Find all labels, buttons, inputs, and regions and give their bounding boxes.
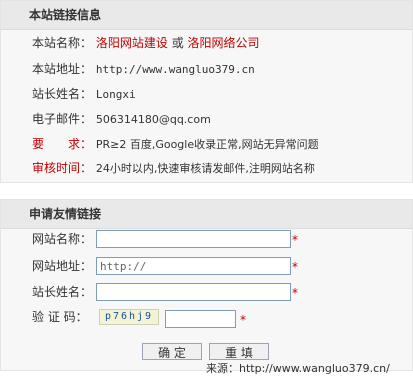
site-url-label: 本站地址： bbox=[32, 62, 93, 76]
site-url-value: http://www.wangluo379.cn bbox=[95, 63, 255, 76]
email-row: 电子邮件： 506314180@qq.com bbox=[32, 109, 211, 129]
requirements-value: PR≥2 百度,Google收录正常,网站无异常问题 bbox=[95, 138, 319, 151]
site-name-or: 或 bbox=[171, 36, 188, 50]
apply-link-header: 申请友情链接 bbox=[1, 200, 412, 229]
site-name-link-1[interactable]: 洛阳网站建设 bbox=[96, 36, 168, 50]
owner-name-label: 站长姓名： bbox=[32, 87, 93, 101]
site-name-required-mark: * bbox=[292, 233, 298, 247]
site-url-row: 本站地址： http://www.wangluo379.cn bbox=[32, 59, 255, 79]
site-link-info-header: 本站链接信息 bbox=[1, 1, 412, 30]
review-time-row: 审核时间： 24小时以内,快速审核请发邮件,注明网站名称 bbox=[32, 158, 315, 178]
site-name-label: 本站名称： bbox=[32, 36, 93, 50]
owner-name-row: 站长姓名： Longxi bbox=[32, 84, 136, 104]
form-site-url-label: 网站地址： bbox=[32, 259, 93, 273]
form-captcha-label: 验 证 码： bbox=[32, 310, 88, 324]
source-caption: 来源：http://www.wangluo379.cn/ bbox=[206, 362, 390, 375]
owner-name-required-mark: * bbox=[292, 286, 298, 300]
site-url-field-row: 网站地址： bbox=[32, 256, 96, 276]
form-owner-name-label: 站长姓名： bbox=[32, 285, 93, 299]
review-time-value: 24小时以内,快速审核请发邮件,注明网站名称 bbox=[95, 162, 315, 175]
requirements-label: 要 求： bbox=[32, 137, 93, 151]
site-name-link-2[interactable]: 洛阳网络公司 bbox=[188, 36, 260, 50]
review-time-label: 审核时间： bbox=[32, 161, 93, 175]
form-site-name-label: 网站名称： bbox=[32, 232, 93, 246]
site-name-field-row: 网站名称： bbox=[32, 229, 96, 249]
captcha-input[interactable] bbox=[165, 310, 236, 328]
requirements-row: 要 求： PR≥2 百度,Google收录正常,网站无异常问题 bbox=[32, 134, 319, 154]
reset-button[interactable]: 重 填 bbox=[209, 343, 269, 360]
site-name-input[interactable] bbox=[96, 230, 291, 248]
email-value: 506314180@qq.com bbox=[95, 113, 211, 126]
email-label: 电子邮件： bbox=[32, 112, 93, 126]
site-url-required-mark: * bbox=[292, 260, 298, 274]
captcha-image[interactable]: p76hj9 bbox=[99, 309, 159, 325]
submit-button[interactable]: 确 定 bbox=[142, 343, 202, 360]
site-name-row: 本站名称： 洛阳网站建设 或 洛阳网络公司 bbox=[32, 33, 260, 53]
owner-name-value: Longxi bbox=[95, 88, 136, 101]
captcha-required-mark: * bbox=[240, 313, 246, 327]
captcha-field-row: 验 证 码： bbox=[32, 307, 96, 327]
owner-name-input[interactable] bbox=[96, 283, 291, 301]
site-url-input[interactable] bbox=[96, 257, 291, 275]
owner-name-field-row: 站长姓名： bbox=[32, 282, 96, 302]
